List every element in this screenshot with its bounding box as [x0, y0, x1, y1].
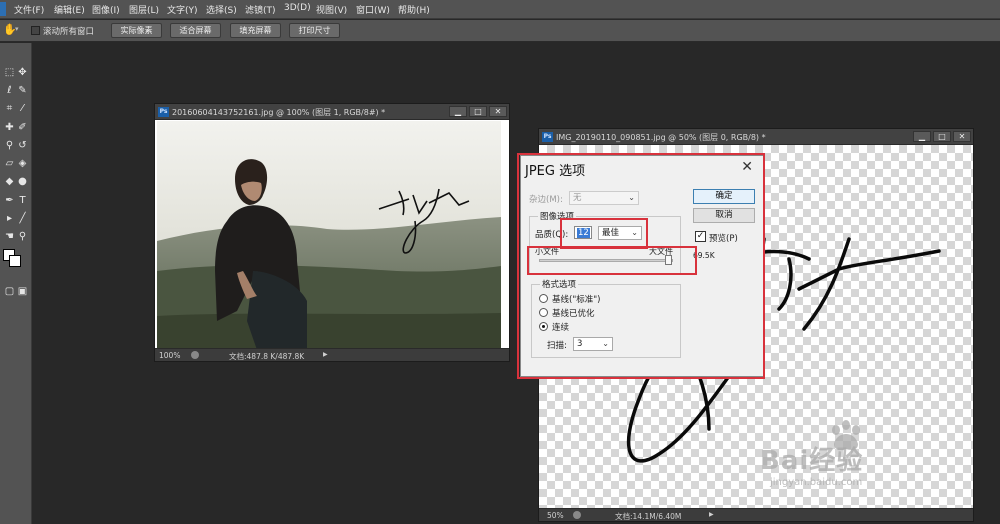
- blur-tool-icon[interactable]: ◆: [3, 174, 16, 190]
- history-brush-tool-icon[interactable]: ↺: [16, 138, 29, 154]
- quick-select-tool-icon[interactable]: ✎: [16, 83, 29, 99]
- eyedropper-tool-icon[interactable]: ⁄: [16, 101, 29, 117]
- menu-file[interactable]: 文件(F): [14, 3, 44, 16]
- marquee-tool-icon[interactable]: ⬚: [3, 65, 16, 81]
- tool-row-5: ⚲ ↺: [3, 138, 29, 154]
- paw-logo-icon: [832, 420, 860, 450]
- scroll-all-windows-label: 滚动所有窗口: [43, 27, 95, 37]
- doc2-title: IMG_20190110_090851.jpg @ 50% (图层 0, RGB…: [556, 133, 766, 142]
- shape-tool-icon[interactable]: ╱: [16, 211, 29, 227]
- menu-edit[interactable]: 编辑(E): [54, 3, 85, 16]
- path-select-tool-icon[interactable]: ▸: [3, 211, 16, 227]
- clone-stamp-tool-icon[interactable]: ⚲: [3, 138, 16, 154]
- type-tool-icon[interactable]: T: [16, 193, 29, 209]
- doc1-title: 20160604143752161.jpg @ 100% (图层 1, RGB/…: [172, 108, 386, 117]
- screen-mode-icon[interactable]: ▣: [16, 284, 29, 300]
- menu-window[interactable]: 窗口(W): [356, 3, 390, 16]
- doc1-statusbar: 100% 文档:487.8 K/487.8K ▶: [155, 348, 509, 361]
- menu-bar: 文件(F) 编辑(E) 图像(I) 图层(L) 文字(Y) 选择(S) 滤镜(T…: [0, 0, 1000, 19]
- minimize-icon[interactable]: ▁: [913, 131, 931, 142]
- doc2-zoom[interactable]: 50%: [547, 511, 564, 520]
- tool-row-1: ⬚ ✥: [3, 65, 29, 81]
- tool-row-6: ▱ ◈: [3, 156, 29, 172]
- doc2-titlebar[interactable]: Ps IMG_20190110_090851.jpg @ 50% (图层 0, …: [539, 129, 973, 145]
- hand-tool-icon[interactable]: ☚: [3, 229, 16, 245]
- doc1-info: 文档:487.8 K/487.8K: [229, 352, 305, 361]
- share-icon[interactable]: [191, 351, 199, 359]
- ps-doc-icon: Ps: [542, 132, 553, 142]
- menu-filter[interactable]: 滤镜(T): [245, 3, 276, 16]
- doc1-zoom[interactable]: 100%: [159, 351, 180, 360]
- tool-row-8: ✒ T: [3, 193, 29, 209]
- menu-image[interactable]: 图像(I): [92, 3, 120, 16]
- menu-layer[interactable]: 图层(L): [129, 3, 159, 16]
- quick-mask-icon[interactable]: ▢: [3, 284, 16, 300]
- gradient-tool-icon[interactable]: ◈: [16, 156, 29, 172]
- fill-screen-button[interactable]: 填充屏幕: [230, 23, 281, 38]
- tool-row-10: ☚ ⚲: [3, 229, 29, 245]
- baidu-watermark: Bai经验 jingyan.baidu.com: [760, 420, 863, 488]
- highlight-box-slider: [527, 246, 697, 275]
- close-icon[interactable]: ✕: [953, 131, 971, 142]
- tool-preset-dropdown-icon[interactable]: ▾: [15, 25, 19, 33]
- signature-graphic: [378, 188, 470, 254]
- actual-pixels-button[interactable]: 实际像素: [111, 23, 162, 38]
- tools-panel: ⬚ ✥ ℓ ✎ ⌗ ⁄ ✚ ✐ ⚲ ↺ ▱ ◈ ◆ ● ✒ T ▸ ╱ ☚ ⚲ ▢ ▣: [0, 43, 32, 524]
- menu-type[interactable]: 文字(Y): [167, 3, 198, 16]
- watermark-url: jingyan.baidu.com: [770, 477, 863, 488]
- tool-row-2: ℓ ✎: [3, 83, 29, 99]
- menu-view[interactable]: 视图(V): [316, 3, 347, 16]
- doc2-statusbar: 50% 文档:14.1M/6.40M ▶: [539, 508, 973, 521]
- menu-help[interactable]: 帮助(H): [398, 3, 430, 16]
- app-icon: [0, 2, 6, 16]
- minimize-icon[interactable]: ▁: [449, 106, 467, 117]
- lasso-tool-icon[interactable]: ℓ: [3, 83, 16, 99]
- close-icon[interactable]: ✕: [489, 106, 507, 117]
- status-menu-arrow-icon[interactable]: ▶: [709, 511, 714, 518]
- brush-tool-icon[interactable]: ✐: [16, 120, 29, 136]
- ps-doc-icon: Ps: [158, 107, 169, 117]
- move-tool-icon[interactable]: ✥: [16, 65, 29, 81]
- scroll-all-windows-checkbox[interactable]: [31, 26, 40, 35]
- doc2-info: 文档:14.1M/6.40M: [615, 512, 682, 521]
- fit-screen-button[interactable]: 适合屏幕: [170, 23, 221, 38]
- background-color-swatch[interactable]: [9, 255, 21, 267]
- tool-row-11: ▢ ▣: [3, 284, 29, 300]
- highlight-box-quality: [560, 218, 648, 249]
- print-size-button[interactable]: 打印尺寸: [289, 23, 340, 38]
- menu-3d[interactable]: 3D(D): [284, 3, 311, 13]
- healing-brush-tool-icon[interactable]: ✚: [3, 120, 16, 136]
- maximize-icon[interactable]: □: [469, 106, 487, 117]
- tool-row-7: ◆ ●: [3, 174, 29, 190]
- tool-row-3: ⌗ ⁄: [3, 101, 29, 117]
- tool-row-4: ✚ ✐: [3, 120, 29, 136]
- status-menu-arrow-icon[interactable]: ▶: [323, 351, 328, 358]
- eraser-tool-icon[interactable]: ▱: [3, 156, 16, 172]
- dodge-tool-icon[interactable]: ●: [16, 174, 29, 190]
- tool-row-9: ▸ ╱: [3, 211, 29, 227]
- maximize-icon[interactable]: □: [933, 131, 951, 142]
- document-window-1: Ps 20160604143752161.jpg @ 100% (图层 1, R…: [154, 103, 510, 362]
- menu-select[interactable]: 选择(S): [206, 3, 237, 16]
- pen-tool-icon[interactable]: ✒: [3, 193, 16, 209]
- options-bar: ✋ ▾ 滚动所有窗口 实际像素 适合屏幕 填充屏幕 打印尺寸: [0, 20, 1000, 42]
- crop-tool-icon[interactable]: ⌗: [3, 101, 16, 117]
- zoom-tool-icon[interactable]: ⚲: [16, 229, 29, 245]
- doc1-titlebar[interactable]: Ps 20160604143752161.jpg @ 100% (图层 1, R…: [155, 104, 509, 120]
- share-icon[interactable]: [573, 511, 581, 519]
